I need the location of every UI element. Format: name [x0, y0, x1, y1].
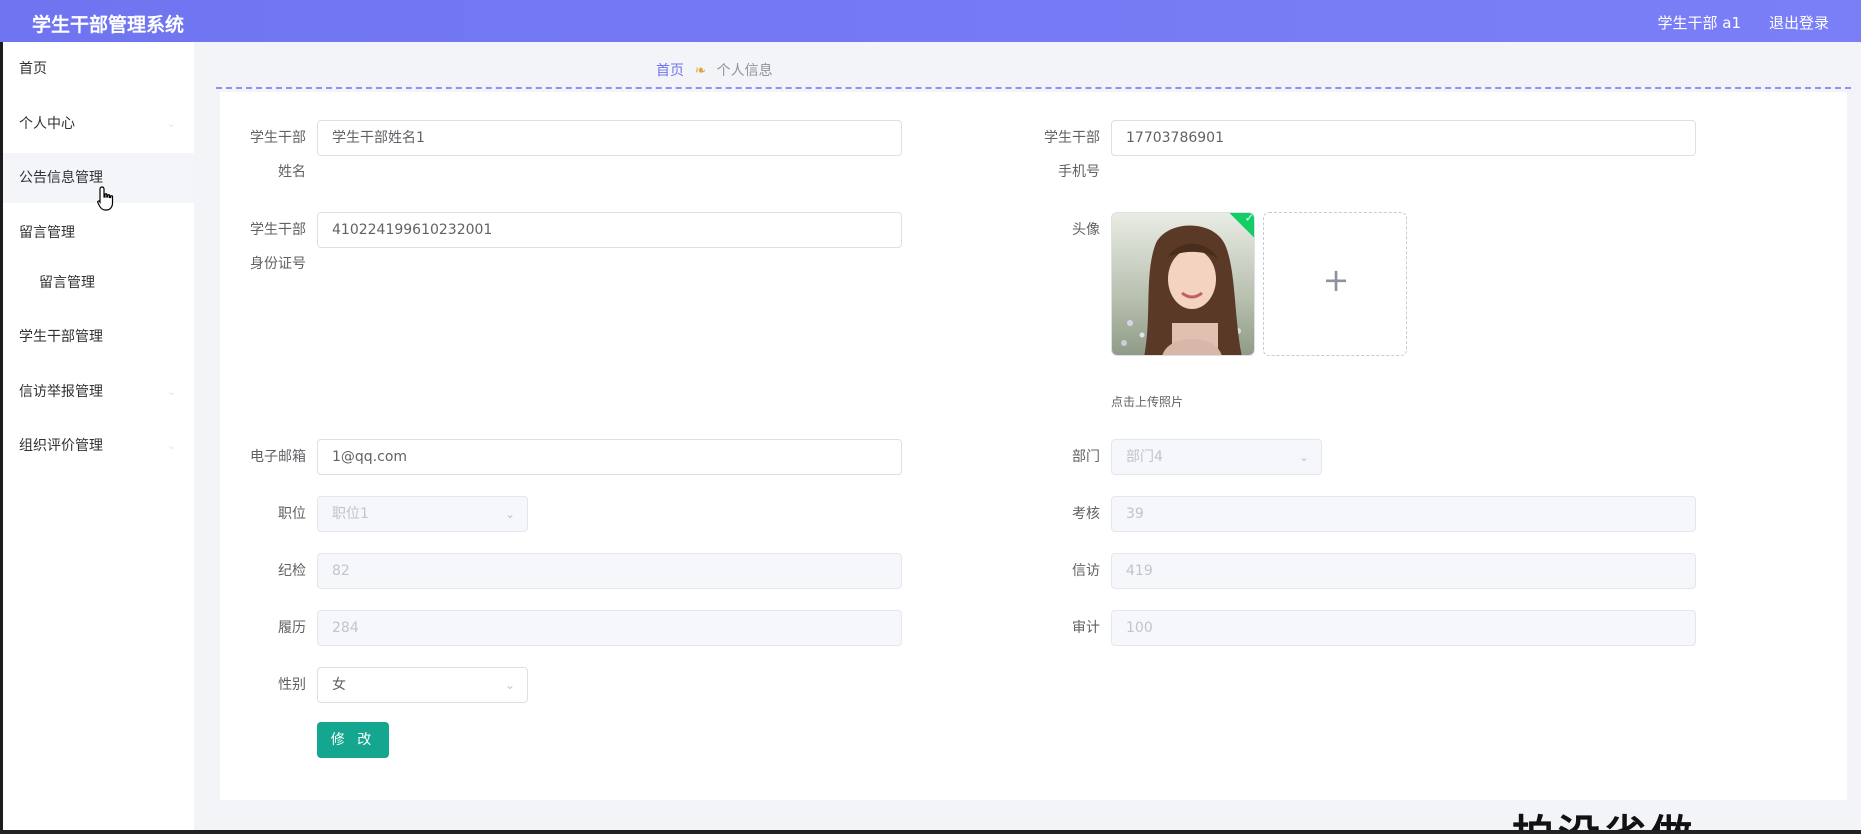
breadcrumb: 首页 ❧ 个人信息	[656, 60, 773, 80]
sidebar: 首页 个人中心 ⌄ 公告信息管理 留言管理 留言管理 学生干部管理 信访举报管理…	[0, 42, 194, 834]
check-icon: ✓	[1244, 212, 1254, 225]
avatar-label: 头像	[1072, 222, 1100, 238]
upload-hint: 点击上传照片	[1111, 395, 1184, 409]
sidebar-item-messages[interactable]: 留言管理	[3, 208, 194, 258]
sidebar-item-label: 个人中心	[19, 116, 75, 132]
breadcrumb-current: 个人信息	[716, 63, 773, 79]
sidebar-item-petition-reports[interactable]: 信访举报管理 ⌄	[3, 367, 194, 417]
logout-button[interactable]: 退出登录	[1769, 12, 1829, 33]
current-user: 学生干部 a1	[1657, 14, 1741, 32]
bottom-border	[0, 830, 1861, 834]
gender-value: 女	[332, 677, 346, 693]
position-value: 职位1	[332, 506, 369, 522]
chevron-down-icon: ⌄	[504, 507, 515, 521]
sidebar-subitem-messages[interactable]: 留言管理	[3, 258, 194, 308]
discipline-label: 纪检	[278, 563, 306, 579]
name-label: 学生干部 姓名	[250, 130, 306, 180]
assessment-label: 考核	[1072, 506, 1100, 522]
sidebar-item-org-evaluation[interactable]: 组织评价管理 ⌄	[3, 421, 194, 471]
hand-cursor-icon	[97, 186, 114, 211]
position-label: 职位	[278, 506, 306, 522]
top-header: 学生干部管理系统 学生干部 a1 退出登录	[0, 0, 1861, 42]
name-field[interactable]: 学生干部姓名1	[317, 120, 902, 156]
breadcrumb-separator-icon: ❧	[694, 63, 707, 79]
sidebar-item-label: 留言管理	[19, 225, 75, 241]
discipline-field[interactable]: 82	[317, 553, 902, 589]
avatar-upload-button[interactable]: +	[1263, 212, 1407, 356]
submit-button[interactable]: 修 改	[317, 722, 389, 758]
sidebar-item-student-cadres[interactable]: 学生干部管理	[3, 312, 194, 362]
gender-label: 性别	[278, 677, 306, 693]
position-select[interactable]: 职位1 ⌄	[317, 496, 528, 532]
petition-field[interactable]: 419	[1111, 553, 1696, 589]
idcard-field[interactable]: 410224199610232001	[317, 212, 902, 248]
sidebar-item-home[interactable]: 首页	[3, 44, 194, 94]
email-label: 电子邮箱	[250, 449, 306, 465]
department-label: 部门	[1072, 449, 1100, 465]
sidebar-item-label: 信访举报管理	[19, 384, 103, 400]
sidebar-item-label: 首页	[19, 61, 47, 77]
chevron-down-icon: ⌄	[166, 385, 176, 398]
sidebar-item-label: 组织评价管理	[19, 438, 103, 454]
sidebar-item-label: 留言管理	[39, 275, 95, 291]
audit-label: 审计	[1072, 620, 1100, 636]
phone-field[interactable]: 17703786901	[1111, 120, 1696, 156]
avatar-photo	[1112, 213, 1254, 355]
chevron-down-icon: ⌄	[1298, 450, 1309, 464]
assessment-field[interactable]: 39	[1111, 496, 1696, 532]
email-field[interactable]: 1@qq.com	[317, 439, 902, 475]
sidebar-item-label: 学生干部管理	[19, 329, 103, 345]
resume-label: 履历	[278, 620, 306, 636]
app-title: 学生干部管理系统	[32, 14, 185, 36]
dashed-divider	[216, 87, 1851, 89]
plus-icon: +	[1322, 261, 1350, 299]
gender-select[interactable]: 女 ⌄	[317, 667, 528, 703]
sidebar-item-personal-center[interactable]: 个人中心 ⌄	[3, 99, 194, 149]
breadcrumb-home[interactable]: 首页	[656, 63, 684, 79]
petition-label: 信访	[1072, 563, 1100, 579]
audit-field[interactable]: 100	[1111, 610, 1696, 646]
chevron-down-icon: ⌄	[166, 117, 176, 130]
chevron-down-icon: ⌄	[504, 678, 515, 692]
avatar-image[interactable]: ✓	[1111, 212, 1255, 356]
idcard-label: 学生干部 身份证号	[250, 222, 306, 272]
department-select[interactable]: 部门4 ⌄	[1111, 439, 1322, 475]
phone-label: 学生干部 手机号	[1044, 130, 1100, 180]
resume-field[interactable]: 284	[317, 610, 902, 646]
sidebar-item-label: 公告信息管理	[19, 170, 103, 186]
chevron-down-icon: ⌄	[166, 439, 176, 452]
department-value: 部门4	[1126, 449, 1163, 465]
